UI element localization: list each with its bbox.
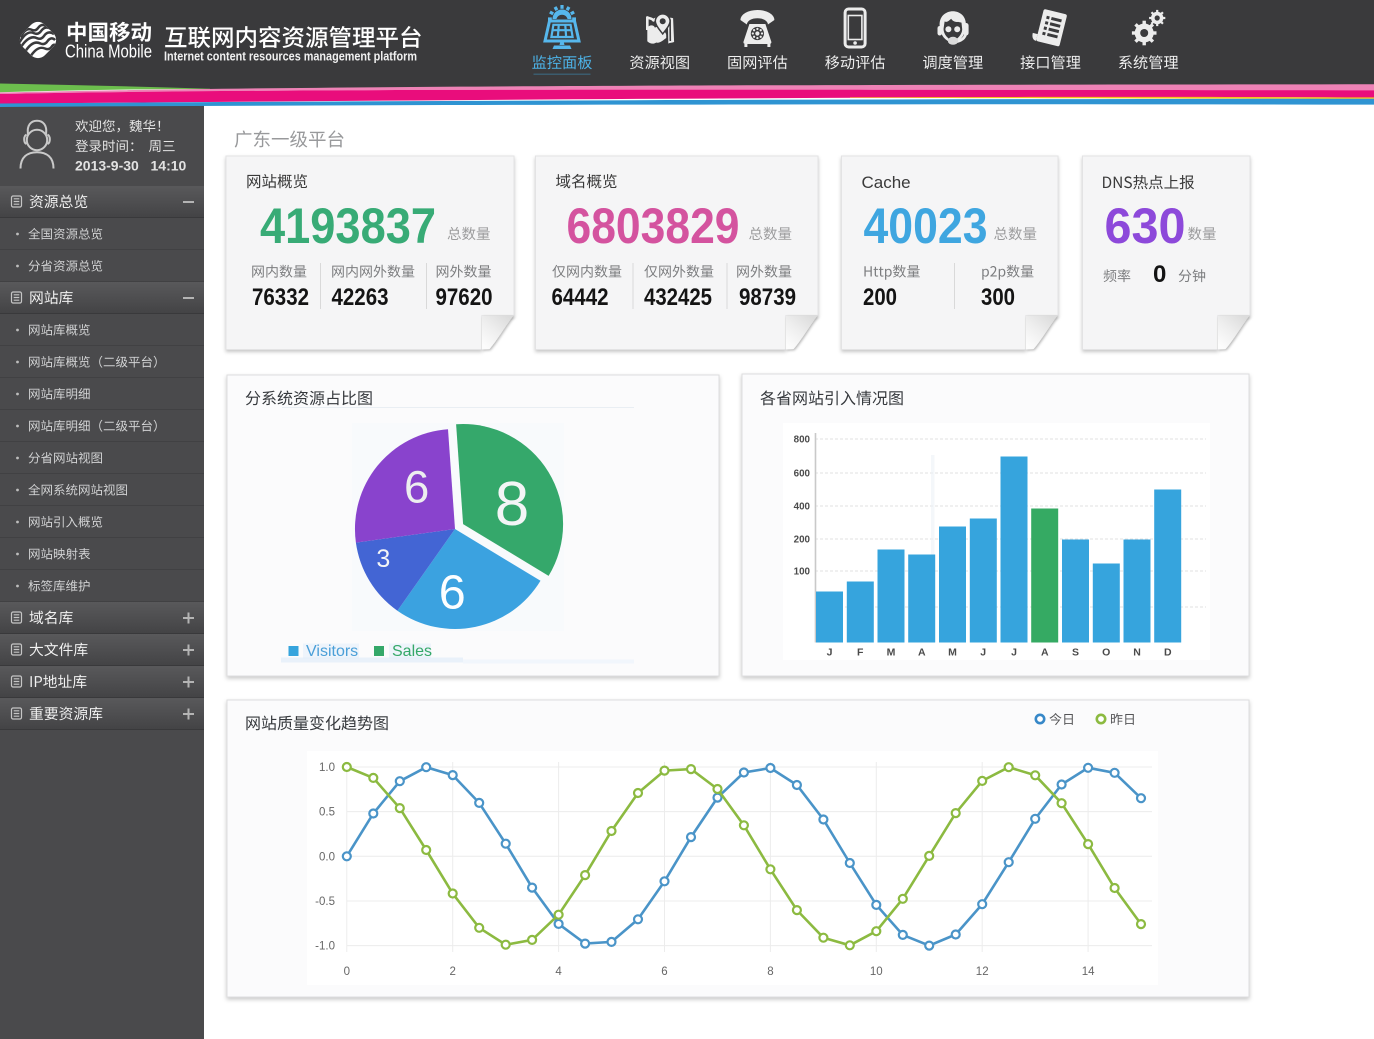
svg-text:432425: 432425 (644, 284, 712, 311)
svg-text:Internet content resources man: Internet content resources management pl… (164, 49, 417, 64)
svg-text:D: D (1164, 647, 1172, 659)
svg-text:A: A (918, 647, 926, 659)
svg-text:6803829: 6803829 (567, 198, 740, 254)
svg-text:M: M (887, 647, 896, 659)
svg-text:64442: 64442 (552, 284, 609, 311)
svg-text:8: 8 (767, 966, 773, 978)
svg-text:40023: 40023 (864, 198, 988, 254)
svg-text:A: A (1041, 647, 1049, 659)
svg-text:China Mobile: China Mobile (65, 41, 152, 62)
svg-text:Visitors: Visitors (306, 643, 358, 660)
svg-text:0.0: 0.0 (319, 851, 335, 863)
svg-text:-0.5: -0.5 (315, 896, 335, 908)
svg-text:J: J (827, 647, 833, 659)
svg-text:300: 300 (981, 284, 1015, 311)
svg-text:14: 14 (1082, 966, 1095, 978)
svg-text:2: 2 (449, 966, 455, 978)
svg-text:630: 630 (1105, 198, 1186, 254)
svg-text:-1.0: -1.0 (315, 941, 335, 953)
svg-text:10: 10 (870, 966, 883, 978)
svg-text:O: O (1102, 647, 1110, 659)
svg-text:Sales: Sales (392, 643, 432, 660)
svg-text:N: N (1133, 647, 1141, 659)
svg-text:98739: 98739 (739, 284, 796, 311)
svg-text:0: 0 (344, 966, 350, 978)
svg-text:J: J (980, 647, 986, 659)
svg-text:100: 100 (794, 567, 811, 578)
svg-text:F: F (857, 647, 864, 659)
svg-text:1.0: 1.0 (319, 762, 335, 774)
svg-text:200: 200 (863, 284, 897, 311)
svg-text:76332: 76332 (252, 284, 309, 311)
svg-text:0.5: 0.5 (319, 807, 335, 819)
svg-text:S: S (1072, 647, 1079, 659)
svg-text:Cache: Cache (862, 173, 911, 192)
svg-text:0: 0 (1153, 261, 1166, 288)
svg-text:M: M (948, 647, 957, 659)
svg-text:4193837: 4193837 (260, 198, 436, 254)
svg-text:4: 4 (555, 966, 562, 978)
svg-text:400: 400 (794, 502, 811, 513)
svg-text:12: 12 (976, 966, 989, 978)
svg-text:42263: 42263 (332, 284, 389, 311)
svg-text:600: 600 (794, 469, 811, 480)
svg-text:6: 6 (661, 966, 667, 978)
svg-text:J: J (1011, 647, 1017, 659)
svg-text:97620: 97620 (436, 284, 493, 311)
svg-text:800: 800 (794, 435, 811, 446)
svg-text:2013-9-30 14:10: 2013-9-30 14:10 (75, 158, 187, 174)
svg-text:200: 200 (794, 535, 811, 546)
